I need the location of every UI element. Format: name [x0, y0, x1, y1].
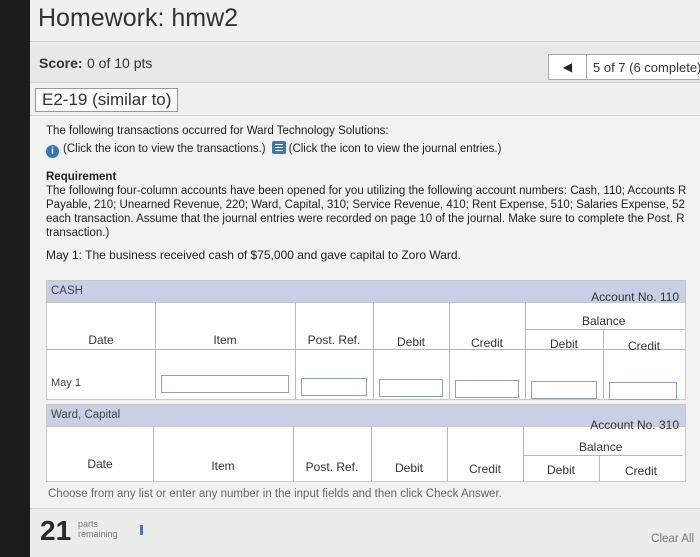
transactions-link[interactable]: (Click the icon to view the transactions… — [63, 143, 266, 155]
col-item: Item — [211, 459, 235, 473]
homework-page: Homework: hmw2 Score: 0 of 10 pts ◀ 5 of… — [30, 0, 700, 557]
question-header-bar: E2-19 (similar to) — [30, 84, 700, 116]
balance-label: Balance — [582, 314, 626, 328]
question-content: The following transactions occurred for … — [46, 124, 700, 262]
col-balance-debit: Debit — [546, 463, 575, 477]
page-title: Homework: hmw2 — [38, 4, 239, 32]
ledger-cash: CASH Account No. 110 Balance Date Item P… — [46, 280, 686, 400]
col-credit: Credit — [470, 336, 503, 350]
col-item: Item — [213, 333, 237, 347]
question-id: E2-19 (similar to) — [35, 88, 179, 112]
parts-remaining-label: parts remaining — [78, 519, 118, 539]
credit-input[interactable] — [455, 380, 519, 398]
col-date: Date — [87, 457, 113, 471]
balance-label: Balance — [579, 440, 623, 454]
col-date: Date — [88, 333, 114, 347]
debit-input[interactable] — [379, 379, 443, 397]
parts-remaining-count: 21 — [40, 515, 72, 546]
requirement-text: The following four-column accounts have … — [46, 185, 687, 239]
account-name: CASH — [51, 285, 83, 297]
question-progress: 5 of 7 (6 complete) — [593, 60, 700, 75]
account-number: Account No. 110 — [591, 290, 679, 304]
col-debit: Debit — [394, 461, 423, 475]
info-icon[interactable]: i — [46, 145, 59, 158]
col-debit: Debit — [396, 335, 425, 349]
balance-credit-input[interactable] — [609, 382, 677, 400]
ledger-ward-capital: Ward, Capital Account No. 310 Balance Da… — [46, 404, 686, 482]
account-name: Ward, Capital — [51, 409, 121, 421]
journal-link[interactable]: (Click the icon to view the journal entr… — [289, 143, 502, 155]
col-post-ref: Post. Ref. — [305, 460, 359, 474]
ledger-header: CASH — [47, 281, 685, 303]
item-input[interactable] — [161, 375, 289, 393]
title-bar: Homework: hmw2 — [30, 0, 700, 42]
row-date: May 1 — [51, 377, 81, 389]
instruction-text: Choose from any list or enter any number… — [48, 488, 502, 500]
question-intro: The following transactions occurred for … — [46, 125, 389, 137]
account-number: Account No. 310 — [590, 418, 679, 432]
score-label: Score: — [39, 55, 83, 71]
previous-question-button[interactable]: ◀ — [549, 55, 587, 79]
col-credit: Credit — [468, 462, 501, 476]
col-balance-credit: Credit — [624, 464, 657, 478]
post-ref-input[interactable] — [301, 378, 367, 396]
parts-progress-bar — [140, 525, 143, 535]
col-balance-debit: Debit — [549, 337, 578, 351]
score-value: 0 of 10 pts — [87, 55, 153, 71]
journal-icon[interactable] — [271, 141, 286, 154]
help-links: i (Click the icon to view the transaction… — [46, 141, 700, 158]
transaction-text: May 1: The business received cash of $75… — [46, 248, 461, 262]
bottom-bar: 21 parts remaining Clear All — [30, 508, 700, 557]
clear-all-button[interactable]: Clear All — [651, 533, 694, 545]
col-post-ref: Post. Ref. — [307, 333, 361, 347]
balance-debit-input[interactable] — [531, 381, 597, 399]
requirement-heading: Requirement — [46, 171, 117, 183]
col-balance-credit: Credit — [627, 339, 660, 353]
question-navigator: ◀ 5 of 7 (6 complete) — [548, 54, 700, 80]
